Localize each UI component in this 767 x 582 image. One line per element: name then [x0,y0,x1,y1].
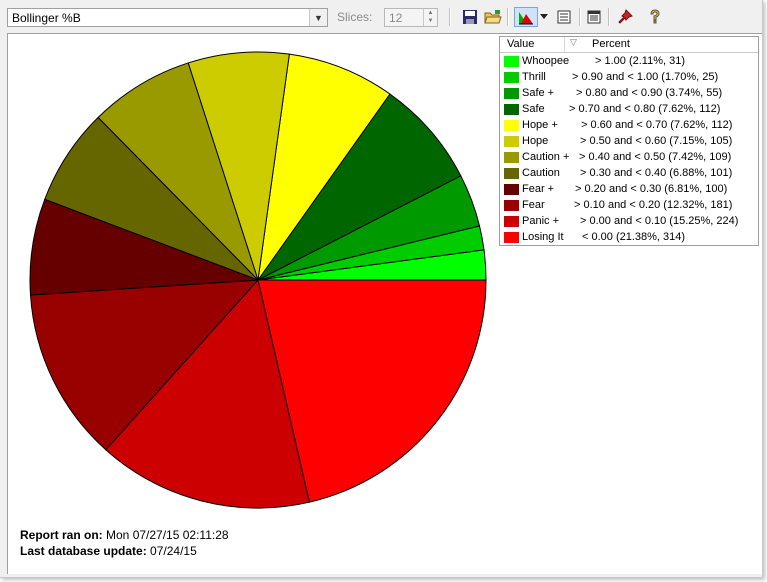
last-update-label: Last database update: [20,544,147,558]
spin-up-icon[interactable]: ▲ [424,9,437,17]
legend-item-label: Thrill [522,71,546,83]
legend-item[interactable]: Fear > 0.10 and < 0.20 (12.32%, 181) [500,198,758,214]
legend-item-range: > 0.60 and < 0.70 (7.62%, 112) [581,119,733,131]
report-ran-label: Report ran on: [20,528,103,542]
legend-item-label: Safe + [522,87,555,99]
legend-item-label: Hope + [522,119,558,131]
legend-item[interactable]: Caution + > 0.40 and < 0.50 (7.42%, 109) [500,150,758,166]
last-update-line: Last database update: 07/24/15 [20,544,197,558]
legend-item-label: Whoopee [522,55,570,67]
legend-swatch [504,72,519,83]
legend-swatch [504,88,519,99]
indicator-select-value: Bollinger %B [12,11,81,25]
legend-item[interactable]: Whoopee > 1.00 (2.11%, 31) [500,54,758,70]
legend-item-range: > 0.20 and < 0.30 (6.81%, 100) [575,183,728,195]
legend-item[interactable]: Hope + > 0.60 and < 0.70 (7.62%, 112) [500,118,758,134]
toolbar-separator [449,8,451,26]
legend-item-range: > 0.50 and < 0.60 (7.15%, 105) [580,135,733,147]
legend-item-label: Panic + [522,215,559,227]
report-ran-value: Mon 07/27/15 02:11:28 [106,528,229,542]
legend-item-range: > 0.00 and < 0.10 (15.25%, 224) [580,215,739,227]
slices-value[interactable]: 12 [389,11,402,25]
legend-header: Value ▽ Percent [500,37,758,53]
legend-item-label: Caution [522,167,560,179]
legend-item-range: > 1.00 (2.11%, 31) [595,55,685,67]
legend-swatch [504,216,519,227]
legend-swatch [504,168,519,179]
legend-item-range: > 0.30 and < 0.40 (6.88%, 101) [580,167,733,179]
notes-icon[interactable] [584,7,604,27]
legend-item[interactable]: Safe + > 0.80 and < 0.90 (3.74%, 55) [500,86,758,102]
dropdown-arrow-icon[interactable] [538,7,550,27]
legend-item[interactable]: Losing It < 0.00 (21.38%, 314) [500,230,758,246]
legend-item[interactable]: Panic + > 0.00 and < 0.10 (15.25%, 224) [500,214,758,230]
sort-arrow-icon[interactable]: ▽ [570,37,577,48]
legend-swatch [504,232,519,243]
slices-stepper[interactable]: 12 ▲ ▼ [384,8,438,27]
legend-item-range: > 0.10 and < 0.20 (12.32%, 181) [574,199,733,211]
legend-item[interactable]: Thrill > 0.90 and < 1.00 (1.70%, 25) [500,70,758,86]
help-icon[interactable] [645,7,665,27]
toolbar-separator [608,8,610,26]
legend-item-range: > 0.80 and < 0.90 (3.74%, 55) [576,87,723,99]
legend-item-label: Fear [522,199,545,211]
toolbar-separator [507,8,509,26]
slices-spin-buttons[interactable]: ▲ ▼ [423,9,437,26]
report-ran-line: Report ran on: Mon 07/27/15 02:11:28 [20,528,229,542]
open-folder-icon[interactable] [483,7,503,27]
toolbar: Bollinger %B ▼ Slices: 12 ▲ ▼ [0,0,762,32]
spin-down-icon[interactable]: ▼ [424,17,437,25]
save-icon[interactable] [460,7,480,27]
legend-swatch [504,152,519,163]
legend-swatch [504,136,519,147]
toolbar-separator [579,8,581,26]
legend-header-value[interactable]: Value [507,38,534,50]
slices-label: Slices: [337,10,373,24]
legend-item-range: > 0.70 and < 0.80 (7.62%, 112) [569,103,721,115]
legend-swatch [504,200,519,211]
legend: Value ▽ Percent Whoopee > 1.00 (2.11%, 31… [499,36,759,246]
legend-item-range: > 0.90 and < 1.00 (1.70%, 25) [572,71,719,83]
legend-item-label: Fear + [522,183,555,195]
list-view-icon[interactable] [554,7,574,27]
legend-item-label: Losing It [522,231,564,243]
legend-swatch [504,104,519,115]
legend-header-percent[interactable]: Percent [592,38,630,50]
legend-item[interactable]: Fear + > 0.20 and < 0.30 (6.81%, 100) [500,182,758,198]
legend-swatch [504,184,519,195]
legend-item[interactable]: Caution > 0.30 and < 0.40 (6.88%, 101) [500,166,758,182]
pin-icon[interactable] [615,7,635,27]
legend-item[interactable]: Hope > 0.50 and < 0.60 (7.15%, 105) [500,134,758,150]
legend-item-label: Hope [522,135,549,147]
legend-item-label: Safe [522,103,545,115]
legend-item[interactable]: Safe > 0.70 and < 0.80 (7.62%, 112) [500,102,758,118]
report-window: Bollinger %B ▼ Slices: 12 ▲ ▼ Report ran… [0,0,763,578]
legend-item-label: Caution + [522,151,570,163]
indicator-select[interactable]: Bollinger %B ▼ [7,8,328,27]
chevron-down-icon[interactable]: ▼ [309,9,327,26]
legend-item-range: < 0.00 (21.38%, 314) [582,231,686,243]
legend-header-divider [564,37,565,52]
last-update-value: 07/24/15 [150,544,197,558]
legend-swatch [504,56,519,67]
legend-swatch [504,120,519,131]
legend-item-range: > 0.40 and < 0.50 (7.42%, 109) [579,151,732,163]
pie-chart-icon[interactable] [514,7,538,27]
